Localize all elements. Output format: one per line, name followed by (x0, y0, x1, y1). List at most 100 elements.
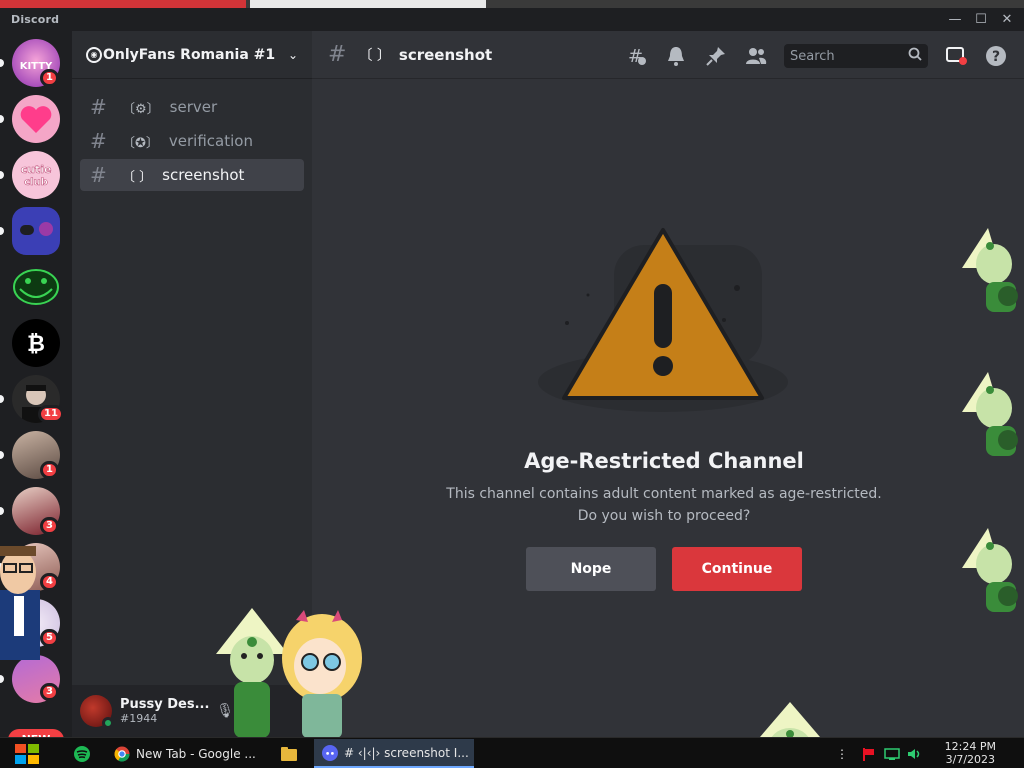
taskbar-item-chrome[interactable]: New Tab - Google ... (106, 739, 266, 768)
peridot-sticker (962, 228, 1018, 312)
username: Pussy Des... (120, 696, 210, 712)
cartoon-characters-sticker (216, 608, 362, 738)
clock-date: 3/7/2023 (945, 753, 996, 766)
inbox-icon[interactable] (944, 44, 968, 68)
guild-badge-icon: ◉ (86, 46, 102, 63)
unread-pip (0, 115, 4, 123)
help-icon[interactable]: ? (984, 44, 1008, 68)
flag-icon[interactable] (858, 739, 878, 768)
channel-verification[interactable]: # 〔✪〕 verification (80, 125, 304, 157)
svg-text:?: ? (992, 49, 1000, 65)
channel-label: verification (168, 132, 253, 150)
trollface-icon (13, 269, 59, 305)
main-content: # 〔 〕 screenshot # ? Age-Restricted C (312, 31, 1024, 737)
cartoon-man-sticker (0, 546, 40, 660)
maximize-button[interactable]: ☐ (968, 10, 994, 30)
server-icon-trollface[interactable] (12, 263, 60, 311)
top-window-strip (0, 0, 1024, 8)
spotify-icon (74, 745, 90, 762)
gate-title: Age-Restricted Channel (524, 449, 804, 473)
server-icon-cutie-club[interactable]: cutie club (12, 151, 60, 199)
channel-server[interactable]: # 〔⚙〕 server (80, 91, 304, 123)
taskbar-item-label: New Tab - Google ... (136, 746, 256, 761)
unread-pip (0, 395, 4, 403)
taskbar-item-label: # ‹|‹|› screenshot I... (344, 745, 469, 760)
start-button[interactable] (6, 739, 48, 768)
channel-emoji-icon: 〔✪〕 (122, 135, 159, 151)
purple-server-logo-icon (20, 222, 53, 236)
folder-icon (281, 746, 297, 761)
clock-time: 12:24 PM (944, 740, 996, 753)
continue-button[interactable]: Continue (672, 547, 802, 591)
channel-emoji-icon: 〔 〕 (358, 47, 391, 64)
app-name: Discord (11, 13, 60, 26)
peridot-sticker (962, 528, 1018, 612)
unread-pip (0, 675, 4, 683)
server-icon-purple[interactable] (12, 207, 60, 255)
unread-pip (0, 451, 4, 459)
svg-text:cutie: cutie (21, 163, 52, 176)
gate-description: This channel contains adult content mark… (312, 483, 1016, 527)
background-window-red (0, 0, 246, 8)
network-icon[interactable] (882, 739, 902, 768)
window-title-bar: Discord — ☐ ✕ (0, 0, 1024, 31)
windows-logo-icon (15, 743, 39, 764)
heart-icon (20, 106, 52, 133)
chrome-icon (114, 746, 130, 762)
gate-description-line: This channel contains adult content mark… (446, 486, 882, 502)
server-icon-bitcoin[interactable]: ₿ (12, 319, 60, 367)
unread-pip (0, 59, 4, 67)
text-channel-hash-icon: # (90, 129, 107, 153)
pin-icon[interactable] (704, 44, 728, 68)
peridot-sticker (962, 372, 1018, 456)
taskbar-item-discord[interactable]: # ‹|‹|› screenshot I... (314, 739, 474, 768)
mention-badge: 3 (40, 517, 59, 535)
notification-bell-icon[interactable] (664, 44, 688, 68)
svg-text:₿: ₿ (27, 332, 45, 357)
file-explorer-button[interactable] (274, 739, 304, 768)
search-icon (908, 47, 922, 65)
user-tag: #1944 (120, 711, 158, 725)
channel-title: screenshot (398, 45, 493, 64)
search-input[interactable] (790, 48, 900, 64)
close-button[interactable]: ✕ (994, 10, 1020, 30)
minimize-button[interactable]: — (942, 10, 968, 30)
nope-button[interactable]: Nope (526, 547, 656, 591)
unread-pip (0, 171, 4, 179)
channel-label: server (169, 98, 218, 116)
search-bar[interactable] (784, 44, 928, 68)
discord-icon (322, 744, 338, 761)
threads-icon[interactable]: # (624, 44, 648, 68)
avatar[interactable] (80, 695, 114, 729)
unread-pip (0, 507, 4, 515)
mention-badge: 3 (40, 683, 59, 701)
text-channel-hash-icon: # (90, 163, 107, 187)
server-icon-heart[interactable] (12, 95, 60, 143)
background-window-white (250, 0, 486, 8)
chevron-down-icon: ⌄ (287, 47, 298, 62)
member-list-icon[interactable] (744, 44, 768, 68)
channel-screenshot[interactable]: # 〔 〕 screenshot (80, 159, 304, 191)
mention-badge: 1 (40, 69, 59, 87)
spotify-taskbar-button[interactable] (66, 739, 98, 768)
volume-icon[interactable] (904, 739, 924, 768)
cutie-club-logo-icon: cutieclub (20, 163, 52, 189)
more-tray-icon[interactable]: ⋮ (834, 739, 850, 768)
text-channel-hash-icon: # (90, 95, 107, 119)
channel-label: screenshot (162, 166, 245, 184)
warning-triangle-icon (538, 228, 788, 412)
mention-badge: 1 (40, 461, 59, 479)
channel-emoji-icon: 〔 〕 (122, 169, 153, 185)
guild-header[interactable]: ◉ OnlyFans Romania #1 ⌄ (72, 31, 312, 79)
text-channel-hash-icon: # (328, 42, 347, 67)
guild-name: OnlyFans Romania #1 (103, 46, 276, 63)
bitcoin-icon: ₿ (27, 332, 45, 357)
gate-description-line: Do you wish to proceed? (577, 508, 751, 524)
online-status-icon (102, 717, 114, 729)
channel-emoji-icon: 〔⚙〕 (122, 101, 160, 117)
mention-badge: 11 (38, 405, 64, 423)
unread-pip (0, 227, 4, 235)
windows-taskbar: New Tab - Google ... # ‹|‹|› screenshot … (0, 737, 1024, 768)
taskbar-clock[interactable]: 12:24 PM 3/7/2023 (945, 740, 996, 766)
svg-text:club: club (24, 177, 48, 188)
